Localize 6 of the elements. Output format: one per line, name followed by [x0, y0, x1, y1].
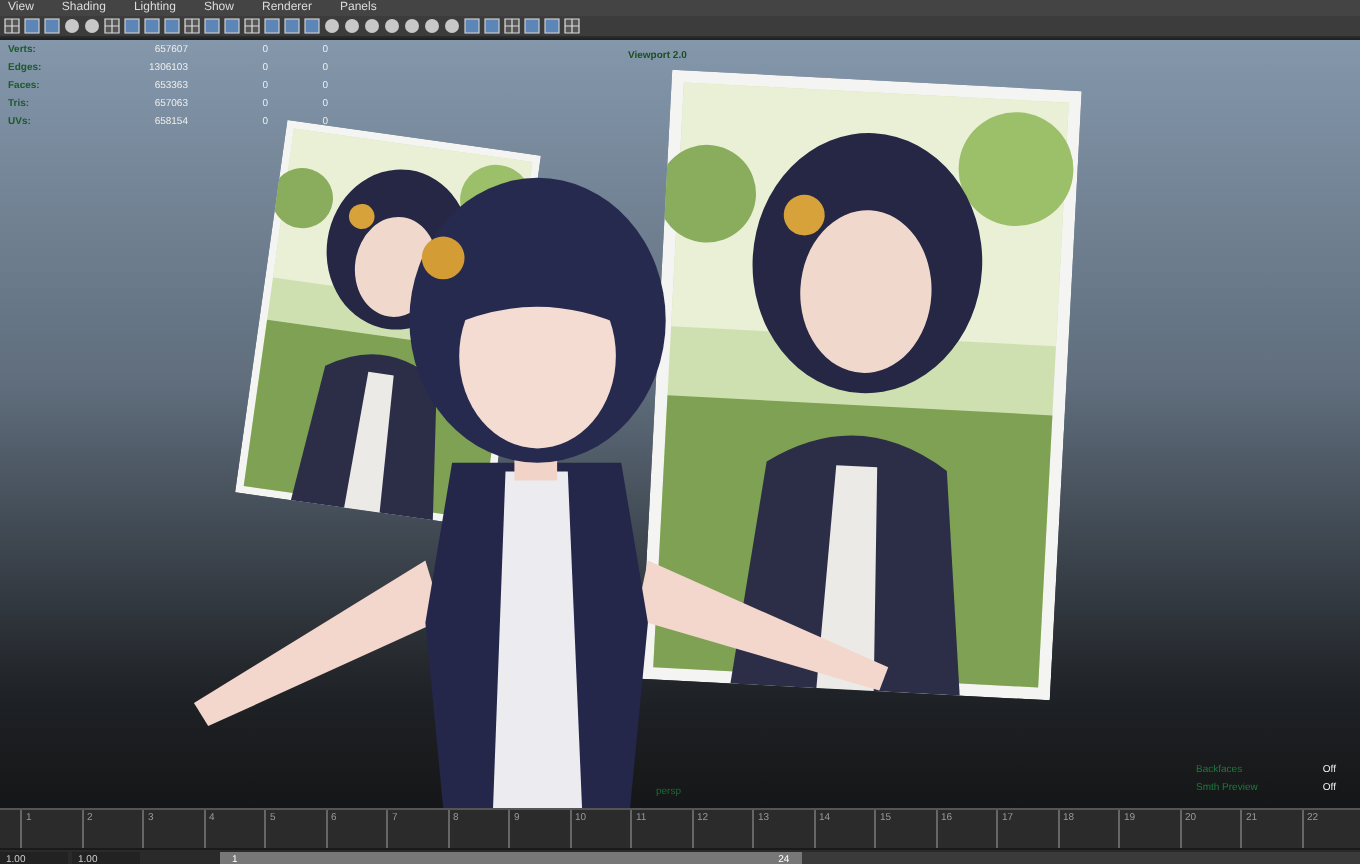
- grid-icon[interactable]: [244, 18, 260, 34]
- grid-icon[interactable]: [504, 18, 520, 34]
- grid-icon[interactable]: [184, 18, 200, 34]
- grid-icon[interactable]: [104, 18, 120, 34]
- grid-icon[interactable]: [564, 18, 580, 34]
- grid-icon[interactable]: [4, 18, 20, 34]
